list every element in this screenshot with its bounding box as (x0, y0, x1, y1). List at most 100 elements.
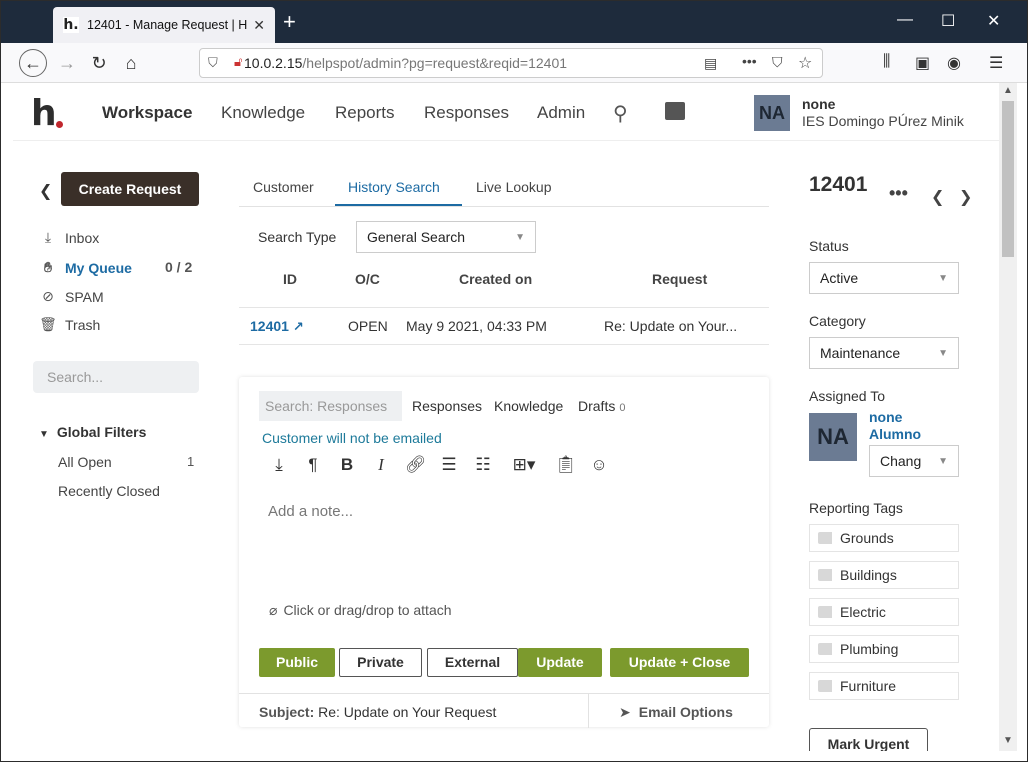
scroll-down-icon[interactable]: ▼ (1003, 735, 1013, 746)
shield-icon[interactable]: ⛉ (208, 55, 218, 71)
editor-tab-knowledge[interactable]: Knowledge (494, 398, 563, 414)
previous-request-icon[interactable]: ❮ (931, 187, 944, 207)
maximize-icon[interactable]: ☐ (941, 11, 955, 31)
more-options-icon[interactable]: ••• (889, 183, 908, 204)
menu-icon[interactable]: ☰ (989, 53, 1003, 73)
sidebar-item-spam[interactable]: ⊘ SPAM (39, 288, 104, 305)
update-close-button[interactable]: Update + Close (610, 648, 749, 677)
request-id-link[interactable]: 12401 ↗ (250, 318, 304, 335)
tag-buildings[interactable]: Buildings (809, 561, 959, 589)
request-subject: Re: Update on Your... (604, 318, 738, 334)
sidebar-search-input[interactable]: Search... (33, 361, 199, 393)
search-icon[interactable]: ⚲ (613, 101, 628, 126)
tab-history-search[interactable]: History Search (348, 179, 440, 195)
private-button[interactable]: Private (339, 648, 422, 677)
sidebar-item-trash[interactable]: 🗑︎ Trash (39, 316, 100, 333)
paragraph-icon[interactable]: ¶ (303, 455, 323, 475)
email-status-notice[interactable]: Customer will not be emailed (262, 430, 442, 446)
sidebar-item-my-queue[interactable]: ✋︎ My Queue (39, 259, 132, 276)
minimize-icon[interactable]: — (897, 11, 913, 29)
paste-icon[interactable]: 📋︎ (555, 455, 577, 475)
filter-all-open[interactable]: All Open (58, 454, 112, 470)
reload-icon[interactable]: ↻ (85, 49, 113, 77)
filter-recently-closed[interactable]: Recently Closed (58, 483, 160, 499)
close-tab-icon[interactable]: ✕ (253, 17, 265, 34)
status-select[interactable]: Active ▼ (809, 262, 959, 294)
tab-live-lookup[interactable]: Live Lookup (476, 179, 552, 195)
assignee-first-name[interactable]: none (869, 409, 902, 425)
scroll-thumb[interactable] (1002, 101, 1014, 257)
user-avatar[interactable]: NA (754, 95, 790, 131)
update-button[interactable]: Update (518, 648, 602, 677)
emoji-icon[interactable]: ☺ (589, 455, 609, 475)
tag-furniture[interactable]: Furniture (809, 672, 959, 700)
assignee-last-name[interactable]: Alumno (869, 426, 921, 442)
logo-dot (56, 121, 63, 128)
external-link-icon[interactable]: ↗ (293, 319, 304, 334)
global-filters-heading[interactable]: ▼ Global Filters (39, 424, 146, 440)
account-icon[interactable]: ◉ (947, 53, 961, 73)
user-name[interactable]: none (802, 96, 835, 112)
editor-tab-responses[interactable]: Responses (412, 398, 482, 414)
note-input[interactable]: Add a note... (268, 503, 353, 520)
next-request-icon[interactable]: ❯ (959, 187, 972, 207)
scroll-up-icon[interactable]: ▲ (1003, 85, 1013, 96)
title-bar: h. 12401 - Manage Request | HelpSpot ✕ +… (1, 1, 1027, 43)
email-options-button[interactable]: ➤ Email Options (619, 704, 733, 721)
category-select[interactable]: Maintenance ▼ (809, 337, 959, 369)
tab-title: 12401 - Manage Request | HelpSpot (87, 18, 247, 32)
nav-admin[interactable]: Admin (537, 103, 585, 123)
new-tab-icon[interactable]: + (283, 9, 296, 35)
editor-footer: Subject: Re: Update on Your Request ➤ Ema… (239, 693, 769, 728)
page-scrollbar[interactable]: ▲ ▼ (999, 83, 1017, 751)
pocket-icon[interactable]: ⛉ (772, 54, 783, 71)
attach-area[interactable]: ⌀ Click or drag/drop to attach (269, 602, 452, 619)
table-icon[interactable]: ⊞▾ (507, 455, 541, 475)
column-header: O/C (355, 271, 380, 287)
bookmark-star-icon[interactable]: ☆ (798, 53, 812, 73)
browser-tab[interactable]: h. 12401 - Manage Request | HelpSpot ✕ (53, 7, 275, 43)
nav-knowledge[interactable]: Knowledge (221, 103, 305, 123)
sidebar-toggle-icon[interactable]: ▣ (915, 53, 930, 73)
tab-customer[interactable]: Customer (253, 179, 314, 195)
forward-icon[interactable]: → (53, 49, 81, 77)
mark-urgent-button[interactable]: Mark Urgent (809, 728, 928, 751)
bullet-list-icon[interactable]: ☰ (439, 455, 459, 475)
helpspot-logo[interactable]: h (31, 93, 57, 134)
tag-electric[interactable]: Electric (809, 598, 959, 626)
reader-view-icon[interactable]: ▤ (704, 55, 717, 72)
bold-icon[interactable]: B (337, 455, 357, 475)
back-icon[interactable]: ← (19, 49, 47, 77)
table-row[interactable]: 12401 ↗ OPEN May 9 2021, 04:33 PM Re: Up… (239, 307, 769, 345)
editor-tab-drafts[interactable]: Drafts 0 (578, 398, 625, 414)
url-bar[interactable]: ⛉ 🔓︎ 10.0.2.15/helpspot/admin?pg=request… (199, 48, 823, 78)
home-icon[interactable]: ⌂ (117, 49, 145, 77)
tag-grounds[interactable]: Grounds (809, 524, 959, 552)
sidebar-item-label: My Queue (65, 259, 132, 276)
numbered-list-icon[interactable]: ☷ (473, 455, 493, 475)
insert-download-icon[interactable]: ⤓ (269, 455, 289, 475)
create-request-button[interactable]: Create Request (61, 172, 199, 206)
italic-icon[interactable]: I (371, 455, 391, 475)
responses-search-input[interactable]: Search: Responses (259, 391, 402, 421)
tag-plumbing[interactable]: Plumbing (809, 635, 959, 663)
window-icon[interactable] (665, 102, 685, 120)
insecure-lock-icon[interactable]: 🔓︎ (234, 54, 242, 70)
library-icon[interactable]: ⫼ (883, 53, 890, 71)
sidebar-item-label: SPAM (65, 288, 104, 305)
nav-workspace[interactable]: Workspace (102, 103, 192, 123)
close-window-icon[interactable]: ✕ (987, 11, 1000, 31)
search-type-value: General Search (367, 229, 466, 245)
sidebar-item-inbox[interactable]: ⤓ Inbox (39, 229, 99, 246)
collapse-chevron-icon[interactable]: ❮ (39, 181, 52, 201)
nav-reports[interactable]: Reports (335, 103, 395, 123)
assignee-avatar: NA (809, 413, 857, 461)
link-icon[interactable]: 🔗︎ (405, 455, 427, 475)
external-button[interactable]: External (427, 648, 518, 677)
change-assignee-select[interactable]: Chang ▼ (869, 445, 959, 477)
subject-line[interactable]: Subject: Re: Update on Your Request (259, 704, 496, 720)
search-type-select[interactable]: General Search ▼ (356, 221, 536, 253)
more-icon[interactable]: ••• (742, 53, 757, 69)
public-button[interactable]: Public (259, 648, 335, 677)
nav-responses[interactable]: Responses (424, 103, 509, 123)
